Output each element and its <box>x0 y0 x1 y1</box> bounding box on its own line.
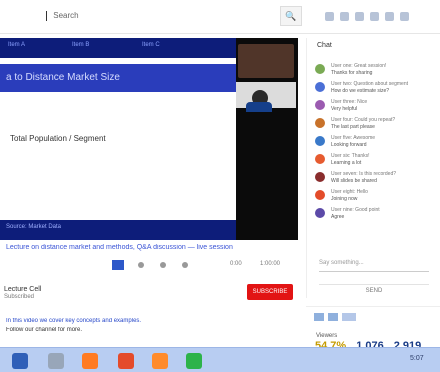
top-icons <box>325 6 435 26</box>
avatar <box>315 172 325 182</box>
avatar <box>315 64 325 74</box>
chat-line: User two: Question about segment <box>331 81 408 87</box>
speaker-body <box>246 102 272 112</box>
search-input[interactable]: Search <box>40 6 300 26</box>
chart-icon[interactable] <box>342 313 356 321</box>
slide-header: Item A Item B Item C <box>0 38 236 58</box>
slide-title: a to Distance Market Size <box>0 64 236 92</box>
slide-header-label: Item A <box>8 42 26 48</box>
camera-person <box>238 44 294 78</box>
start-icon[interactable] <box>12 353 28 369</box>
taskbar-time: 5:07 <box>410 355 424 362</box>
description-line-1[interactable]: In this video we cover key concepts and … <box>6 318 298 324</box>
chat-input-placeholder: Say something... <box>319 260 364 266</box>
slide-footer-text: Source: Market Data <box>6 224 62 230</box>
chat-line: Very helpful <box>331 106 358 112</box>
avatar <box>315 118 325 128</box>
slide-header-label: Item C <box>142 42 160 48</box>
chat-input[interactable]: Say something... <box>319 260 429 272</box>
chat-item: User one: Great session! Thanks for shar… <box>315 62 437 80</box>
search-text: Search <box>53 11 79 21</box>
browser-topbar: Search 🔍 <box>0 0 440 34</box>
more-icon[interactable] <box>400 11 409 21</box>
video-player[interactable]: Item A Item B Item C a to Distance Marke… <box>0 38 298 240</box>
channel-subtext: Subscribed <box>4 294 35 300</box>
avatar <box>315 190 325 200</box>
description-line-2: Follow our channel for more. <box>6 327 83 333</box>
slide-header-label: Item B <box>72 42 90 48</box>
powerpoint-icon[interactable] <box>118 353 134 369</box>
taskbar: 5:07 <box>0 347 440 372</box>
bookmark-icon[interactable] <box>355 11 364 21</box>
list-icon[interactable] <box>328 313 338 321</box>
menu-icon[interactable] <box>370 11 379 21</box>
chat-line: User nine: Good point <box>331 207 380 213</box>
time-current: 0:00 <box>230 261 242 267</box>
search-button[interactable]: 🔍 <box>280 6 302 26</box>
chat-item: User two: Question about segment How do … <box>315 80 437 98</box>
time-total: 1:00:00 <box>260 261 281 267</box>
avatar <box>315 100 325 110</box>
chrome-icon[interactable] <box>186 353 202 369</box>
chat-line: Thanks for sharing <box>331 70 373 76</box>
chat-item: User seven: Is this recorded? Will slide… <box>315 170 437 188</box>
chat-item: User six: Thanks! Learning a lot <box>315 152 437 170</box>
settings-icon[interactable] <box>385 11 394 21</box>
chat-line: User seven: Is this recorded? <box>331 171 397 177</box>
avatar <box>315 208 325 218</box>
like-icon[interactable] <box>138 262 144 268</box>
avatar <box>315 82 325 92</box>
video-title[interactable]: Lecture on distance market and methods, … <box>6 244 298 251</box>
chat-line: User four: Could you repeat? <box>331 117 396 123</box>
bell-icon[interactable] <box>340 11 349 21</box>
play-icon[interactable] <box>112 260 124 270</box>
chat-item: User five: Awesome Looking forward <box>315 134 437 152</box>
chat-item: User three: Nice Very helpful <box>315 98 437 116</box>
video-controls: 0:00 1:00:00 <box>112 258 298 272</box>
chat-line: How do we estimate size? <box>331 88 390 94</box>
chat-item: User four: Could you repeat? The last pa… <box>315 116 437 134</box>
chat-line: The last part please <box>331 124 375 130</box>
chat-line: User six: Thanks! <box>331 153 370 159</box>
chat-line: User one: Great session! <box>331 63 387 69</box>
avatar <box>315 154 325 164</box>
subscribe-button[interactable]: SUBSCRIBE <box>247 284 293 300</box>
grid-icon[interactable] <box>314 313 324 321</box>
chat-line: User eight: Hello <box>331 189 368 195</box>
chat-line: Looking forward <box>331 142 367 148</box>
chat-title: Chat <box>317 42 332 49</box>
explorer-icon[interactable] <box>48 353 64 369</box>
chat-item: User nine: Good point Agree <box>315 206 437 224</box>
dislike-icon[interactable] <box>160 262 166 268</box>
chat-line: Joining now <box>331 196 358 202</box>
chat-line: Learning a lot <box>331 160 362 166</box>
chat-line: User three: Nice <box>331 99 368 105</box>
share-icon[interactable] <box>182 262 188 268</box>
slide-body-text: Total Population / Segment <box>10 134 106 143</box>
chat-line: Will slides be shared <box>331 178 377 184</box>
chat-item: User eight: Hello Joining now <box>315 188 437 206</box>
chat-line: User five: Awesome <box>331 135 376 141</box>
chat-line: Agree <box>331 214 345 220</box>
grid-icon[interactable] <box>325 11 334 21</box>
channel-name[interactable]: Lecture Cell <box>4 286 41 293</box>
app-icon[interactable] <box>152 353 168 369</box>
chat-send-button[interactable]: SEND <box>319 284 429 296</box>
avatar <box>315 136 325 146</box>
firefox-icon[interactable] <box>82 353 98 369</box>
text-caret <box>46 11 47 21</box>
chat-panel: Chat User one: Great session! Thanks for… <box>306 38 440 298</box>
